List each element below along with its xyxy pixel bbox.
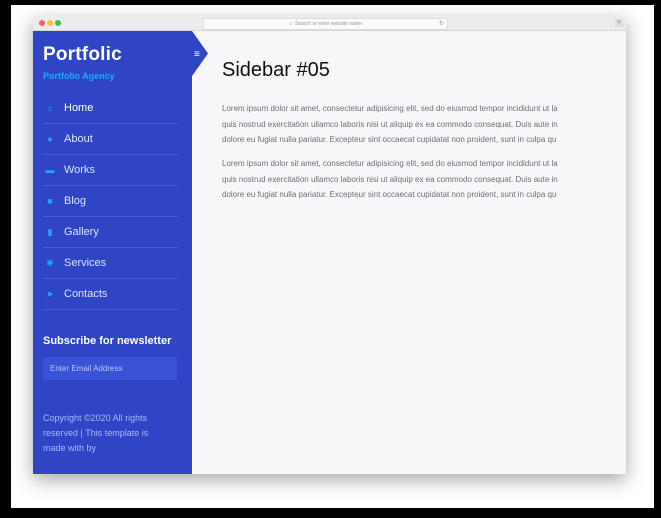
sidebar-item-home[interactable]: ⌂ Home [43, 93, 177, 124]
sidebar-item-label: About [64, 133, 93, 145]
main-content: Sidebar #05 Lorem ipsum dolor sit amet, … [192, 31, 626, 474]
user-icon: ● [47, 134, 53, 144]
sticky-note-icon: ■ [47, 196, 53, 206]
address-bar[interactable]: ⌕ Search or enter website name ↻ [203, 18, 448, 30]
sidebar-item-gallery[interactable]: ▮ Gallery [43, 217, 177, 248]
browser-titlebar: ⌕ Search or enter website name ↻ + [33, 16, 626, 31]
paragraph-line: dolore eu fugiat nulla pariatur. Excepte… [222, 190, 557, 199]
close-window-button[interactable] [39, 20, 45, 26]
sidebar-item-contacts[interactable]: ➤ Contacts [43, 279, 177, 310]
home-icon: ⌂ [47, 103, 53, 113]
newsletter-email-input[interactable] [43, 357, 177, 380]
reload-icon[interactable]: ↻ [439, 19, 444, 29]
sidebar-item-label: Blog [64, 195, 87, 207]
sidebar-item-works[interactable]: ▬ Works [43, 155, 177, 186]
search-icon: ⌕ [289, 21, 293, 27]
copyright-text: Copyright ©2020 All rights reserved | Th… [43, 413, 149, 453]
address-placeholder: Search or enter website name [295, 21, 362, 27]
paragraph-line: dolore eu fugiat nulla pariatur. Excepte… [222, 135, 557, 144]
paragraph-1: Lorem ipsum dolor sit amet, consectetur … [222, 101, 626, 148]
sidebar-item-about[interactable]: ● About [43, 124, 177, 155]
brand-logo[interactable]: Portfolic [43, 44, 122, 66]
paragraph-2: Lorem ipsum dolor sit amet, consectetur … [222, 156, 626, 203]
sidebar-item-label: Works [64, 164, 95, 176]
sidebar-item-label: Gallery [64, 226, 99, 238]
sidebar-item-label: Services [64, 257, 107, 269]
maximize-window-button[interactable] [55, 20, 61, 26]
sidebar-item-services[interactable]: ✱ Services [43, 248, 177, 279]
suitcase-icon: ▮ [47, 226, 53, 237]
briefcase-icon: ▬ [45, 165, 55, 175]
paragraph-line: Lorem ipsum dolor sit amet, consectetur … [222, 159, 558, 168]
sidebar-item-blog[interactable]: ■ Blog [43, 186, 177, 217]
cogs-icon: ✱ [46, 257, 54, 268]
newsletter-heading: Subscribe for newsletter [43, 335, 172, 347]
minimize-window-button[interactable] [47, 20, 53, 26]
browser-window: ⌕ Search or enter website name ↻ + Portfo… [33, 16, 626, 474]
sidebar-nav: ⌂ Home ● About ▬ Works ■ Blog ▮ Gallery … [33, 93, 192, 310]
page-title: Sidebar #05 [222, 59, 330, 81]
paragraph-line: quis nostrud exercitation ullamco labori… [222, 119, 558, 129]
sidebar-item-label: Contacts [64, 288, 108, 300]
paragraph-line: Lorem ipsum dolor sit amet, consectetur … [222, 104, 558, 113]
brand-tagline: Portfolio Agency [43, 71, 115, 81]
sidebar: Portfolic Portfolio Agency ⌂ Home ● Abou… [33, 31, 192, 474]
sidebar-item-label: Home [64, 102, 94, 114]
paragraph-line: quis nostrud exercitation ullamco labori… [222, 174, 558, 184]
plus-icon[interactable]: + [615, 19, 623, 27]
paper-plane-icon: ➤ [46, 288, 54, 299]
